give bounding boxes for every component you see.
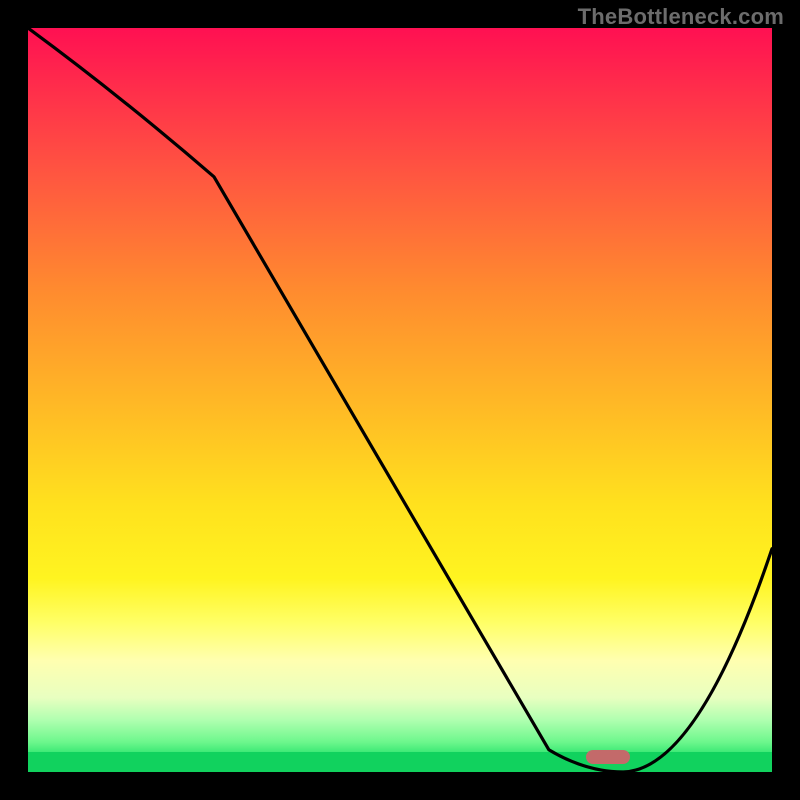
curve-path xyxy=(28,28,772,772)
bottleneck-curve xyxy=(28,28,772,772)
watermark-text: TheBottleneck.com xyxy=(578,4,784,30)
plot-area xyxy=(28,28,772,772)
optimal-marker xyxy=(586,750,630,764)
chart-frame: TheBottleneck.com xyxy=(0,0,800,800)
